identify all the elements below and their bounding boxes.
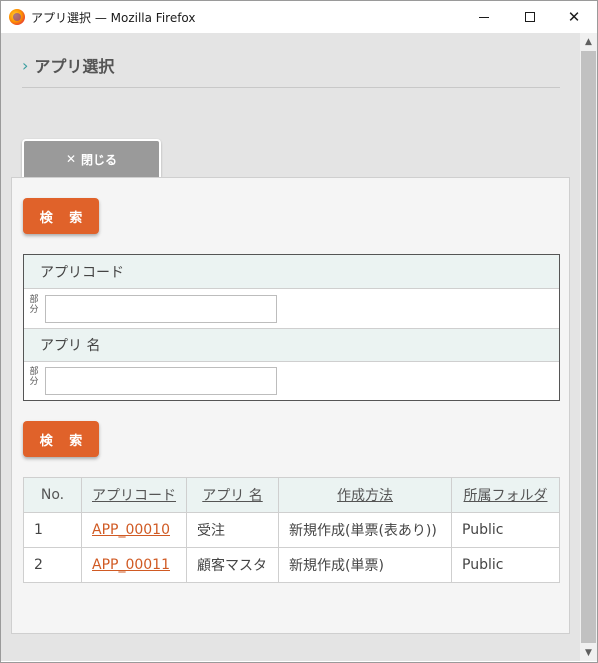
search-button-bottom[interactable]: 検 索 — [23, 421, 99, 457]
table-row: 2 APP_00011 顧客マスタ 新規作成(単票) Public — [23, 547, 560, 583]
maximize-button[interactable] — [507, 1, 553, 33]
app-code-link[interactable]: APP_00011 — [92, 557, 170, 573]
search-panel: 検 索 アプリコード 部分 アプリ 名 部分 検 索 No. アプリコード アプ… — [11, 177, 570, 634]
cell-no: 1 — [23, 512, 82, 548]
scroll-up-arrow-icon[interactable]: ▲ — [580, 33, 597, 50]
cell-app-code: APP_00010 — [81, 512, 187, 548]
close-button-label: 閉じる — [81, 152, 118, 167]
cell-creation-method: 新規作成(単票) — [278, 547, 452, 583]
scrollbar-thumb[interactable] — [581, 51, 596, 643]
app-code-input[interactable] — [45, 295, 277, 323]
close-icon: ✕ — [567, 7, 581, 26]
field-row-app-code: 部分 — [24, 290, 559, 328]
table-row: 1 APP_00010 受注 新規作成(単票(表あり)) Public — [23, 512, 560, 548]
cell-folder: Public — [451, 547, 560, 583]
close-button[interactable]: ✕ 閉じる — [22, 139, 161, 177]
col-header-folder[interactable]: 所属フォルダ — [451, 477, 560, 513]
chevron-right-icon: › — [22, 55, 29, 75]
window-title: アプリ選択 — Mozilla Firefox — [31, 11, 196, 25]
search-form: アプリコード 部分 アプリ 名 部分 — [23, 254, 560, 401]
app-name-input[interactable] — [45, 367, 277, 395]
scroll-down-arrow-icon[interactable]: ▼ — [580, 644, 597, 661]
field-row-app-name: 部分 — [24, 362, 559, 400]
maximize-icon — [525, 12, 535, 22]
field-label-text: アプリ 名 — [40, 338, 101, 354]
partial-match-label: 部分 — [29, 295, 39, 315]
field-label-app-name: アプリ 名 — [24, 328, 559, 362]
results-table: No. アプリコード アプリ 名 作成方法 所属フォルダ 1 APP_00010… — [23, 477, 560, 583]
firefox-icon — [9, 9, 25, 25]
col-header-text: No. — [40, 487, 65, 503]
close-window-button[interactable]: ✕ — [551, 1, 597, 33]
vertical-scrollbar[interactable]: ▲ ▼ — [580, 33, 597, 661]
sort-link-app-name[interactable]: アプリ 名 — [202, 488, 262, 504]
title-bar: アプリ選択 — Mozilla Firefox ✕ — [1, 1, 597, 33]
cell-app-name: 受注 — [186, 512, 279, 548]
sort-link-app-code[interactable]: アプリコード — [92, 488, 176, 504]
col-header-creation-method[interactable]: 作成方法 — [278, 477, 452, 513]
app-code-link[interactable]: APP_00010 — [92, 522, 170, 538]
cell-folder: Public — [451, 512, 560, 548]
partial-match-label: 部分 — [29, 367, 39, 387]
title-divider — [22, 87, 560, 88]
search-button-label: 検 索 — [39, 210, 89, 226]
cell-app-name: 顧客マスタ — [186, 547, 279, 583]
col-header-no: No. — [23, 477, 82, 513]
page-title: › アプリ選択 — [22, 53, 114, 77]
sort-link-creation-method[interactable]: 作成方法 — [337, 488, 393, 504]
cell-creation-method: 新規作成(単票(表あり)) — [278, 512, 452, 548]
minimize-button[interactable] — [461, 1, 507, 33]
close-x-icon: ✕ — [65, 152, 77, 166]
col-header-app-name[interactable]: アプリ 名 — [186, 477, 279, 513]
field-label-app-code: アプリコード — [24, 255, 559, 289]
page-title-text: アプリ選択 — [34, 57, 115, 76]
minimize-icon — [479, 16, 489, 18]
cell-no: 2 — [23, 547, 82, 583]
field-label-text: アプリコード — [40, 264, 124, 281]
table-header-row: No. アプリコード アプリ 名 作成方法 所属フォルダ — [23, 477, 560, 513]
page-viewport: › アプリ選択 ✕ 閉じる 検 索 アプリコード 部分 アプリ 名 部分 検 索… — [1, 33, 580, 661]
col-header-app-code[interactable]: アプリコード — [81, 477, 187, 513]
search-button-top[interactable]: 検 索 — [23, 198, 99, 234]
cell-app-code: APP_00011 — [81, 547, 187, 583]
sort-link-folder[interactable]: 所属フォルダ — [464, 488, 548, 504]
search-button-label: 検 索 — [39, 433, 89, 449]
